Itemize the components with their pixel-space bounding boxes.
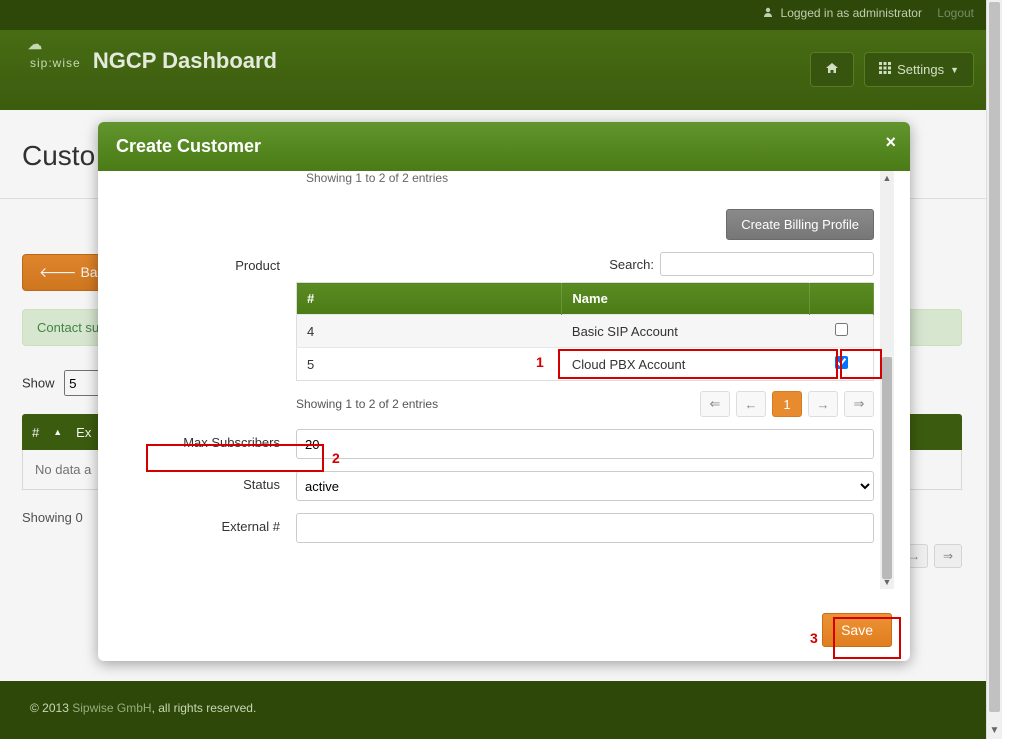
modal-scrollbar[interactable]: ▲ ▼ bbox=[880, 171, 894, 589]
scroll-thumb[interactable] bbox=[882, 357, 892, 579]
product-id: 5 bbox=[297, 348, 562, 381]
pager: ⇐ ← 1 → ⇒ bbox=[700, 391, 874, 417]
product-id: 4 bbox=[297, 315, 562, 348]
close-icon[interactable]: × bbox=[885, 132, 896, 153]
external-label: External # bbox=[124, 513, 296, 534]
modal-header: Create Customer × bbox=[98, 122, 910, 171]
table-row[interactable]: 4 Basic SIP Account bbox=[297, 315, 874, 348]
modal-title: Create Customer bbox=[116, 136, 261, 156]
search-label: Search: bbox=[609, 257, 654, 272]
pager-first[interactable]: ⇐ bbox=[700, 391, 730, 417]
create-billing-profile-button[interactable]: Create Billing Profile bbox=[726, 209, 874, 240]
product-name: Cloud PBX Account bbox=[562, 348, 810, 381]
pager-prev[interactable]: ← bbox=[736, 391, 766, 417]
pager-last[interactable]: ⇒ bbox=[844, 391, 874, 417]
external-input[interactable] bbox=[296, 513, 874, 543]
product-checkbox[interactable] bbox=[835, 323, 848, 336]
save-button[interactable]: Save bbox=[822, 613, 892, 647]
status-select[interactable]: active bbox=[296, 471, 874, 501]
product-label: Product bbox=[124, 252, 296, 273]
table-row[interactable]: 5 Cloud PBX Account bbox=[297, 348, 874, 381]
search-input[interactable] bbox=[660, 252, 874, 276]
col-hash[interactable]: # bbox=[297, 283, 562, 315]
pager-page-1[interactable]: 1 bbox=[772, 391, 802, 417]
scroll-up-icon[interactable]: ▲ bbox=[880, 171, 894, 185]
viewport-scrollbar[interactable]: ▼ bbox=[986, 0, 1002, 739]
max-subscribers-input[interactable] bbox=[296, 429, 874, 459]
col-name[interactable]: Name bbox=[562, 283, 810, 315]
entries-info: Showing 1 to 2 of 2 entries bbox=[296, 397, 438, 411]
col-select bbox=[810, 283, 874, 315]
prev-entries-info: Showing 1 to 2 of 2 entries bbox=[306, 171, 874, 185]
create-customer-modal: Create Customer × ▲ ▼ Showing 1 to 2 of … bbox=[98, 122, 910, 661]
product-checkbox[interactable] bbox=[835, 356, 848, 369]
viewport-scroll-thumb[interactable] bbox=[989, 2, 1000, 712]
scroll-down-icon[interactable]: ▼ bbox=[880, 575, 894, 589]
max-subscribers-label: Max Subscribers bbox=[124, 429, 296, 450]
pager-next[interactable]: → bbox=[808, 391, 838, 417]
modal-footer: Save bbox=[98, 599, 910, 661]
status-label: Status bbox=[124, 471, 296, 492]
product-name: Basic SIP Account bbox=[562, 315, 810, 348]
viewport-scroll-down-icon[interactable]: ▼ bbox=[987, 723, 1002, 739]
product-table: # Name 4 Basic SIP Account bbox=[296, 282, 874, 381]
